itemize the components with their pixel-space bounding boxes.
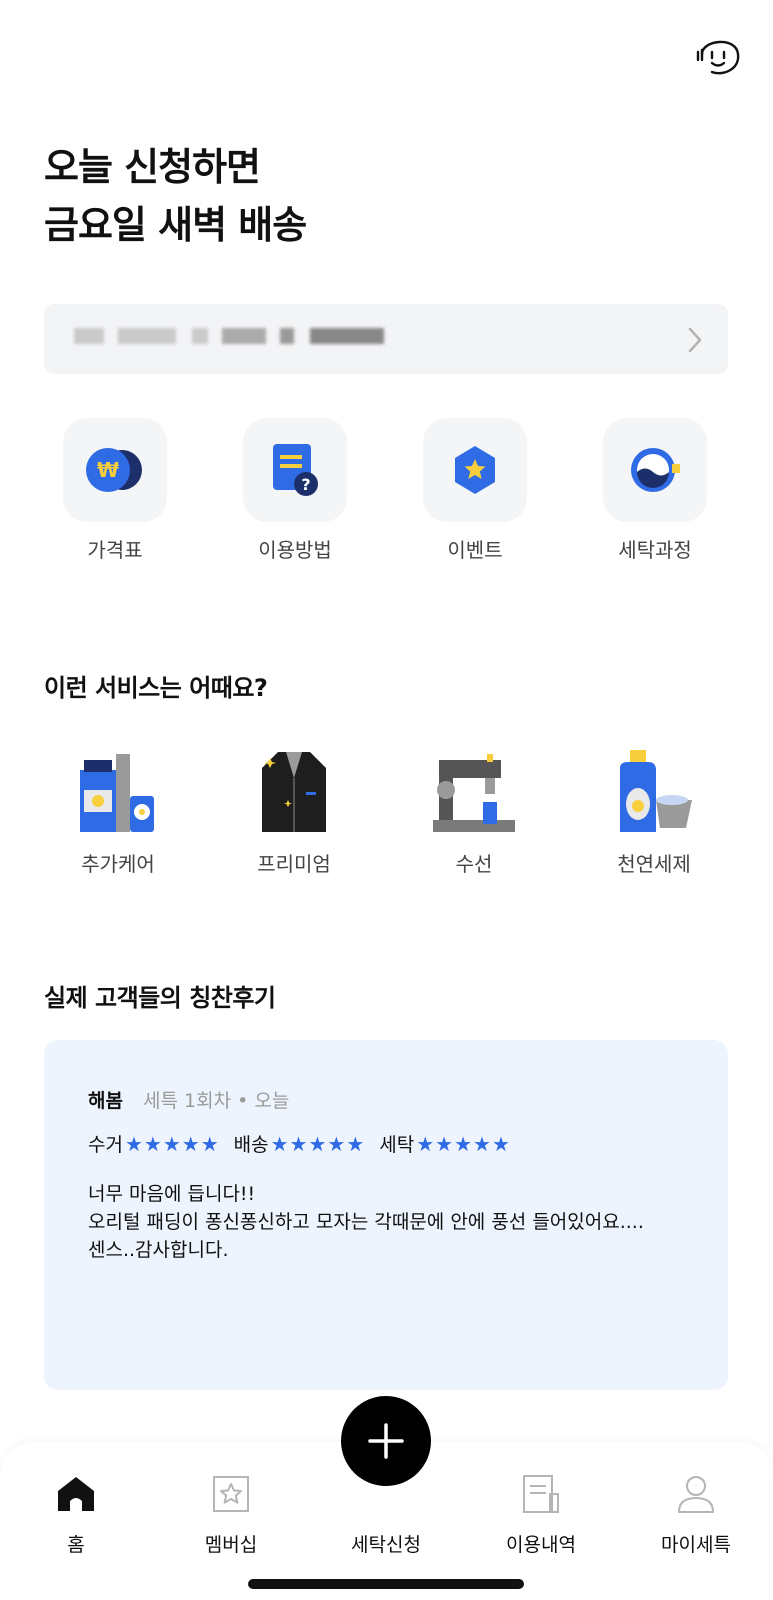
service-label: 프리미엄 <box>257 852 331 876</box>
care-products-icon <box>80 754 154 832</box>
review-ratings: 수거 ★★★★★ 배송 ★★★★★ 세탁 ★★★★★ <box>88 1130 511 1157</box>
redacted-block <box>310 328 384 344</box>
service-label: 수선 <box>455 852 493 876</box>
washing-drum-icon <box>631 448 680 492</box>
redacted-block <box>118 328 176 344</box>
rating-label: 배송 <box>233 1134 269 1156</box>
quick-menu-tile: ? <box>243 418 347 522</box>
redacted-block <box>280 328 294 344</box>
svg-text:₩: ₩ <box>97 458 119 482</box>
page-headline: 오늘 신청하면 금요일 새벽 배송 <box>44 138 307 254</box>
rating-laundry: 세탁 ★★★★★ <box>379 1130 511 1157</box>
tab-icon-wrap <box>636 1468 756 1520</box>
quick-menu-label: 가격표 <box>87 538 143 562</box>
rating-label: 수거 <box>88 1134 123 1156</box>
service-illustration <box>414 738 534 834</box>
quick-menu-tile <box>423 418 527 522</box>
membership-icon <box>213 1476 249 1512</box>
services-section-title: 이런 서비스는 어때요? <box>44 674 268 702</box>
quick-menu-price[interactable]: ₩ 가격표 <box>60 418 170 563</box>
home-icon <box>58 1477 94 1511</box>
review-line: 너무 마음에 듭니다!! <box>88 1183 256 1205</box>
review-meta: 해봄 세특 1회차 • 오늘 <box>88 1086 289 1113</box>
home-indicator <box>248 1579 524 1589</box>
review-subinfo: 세특 1회차 • 오늘 <box>143 1090 290 1112</box>
history-icon <box>523 1475 559 1513</box>
reviewer-name: 해봄 <box>88 1090 123 1112</box>
tab-label: 세탁신청 <box>351 1534 421 1556</box>
quick-menu-label: 세탁과정 <box>618 538 692 562</box>
reviews-section-title: 실제 고객들의 칭찬후기 <box>44 984 276 1012</box>
star-rating-icon: ★★★★★ <box>416 1131 511 1156</box>
headline-line-2: 금요일 새벽 배송 <box>44 203 307 247</box>
profile-icon <box>678 1476 714 1513</box>
add-laundry-button[interactable] <box>341 1396 431 1486</box>
detergent-bottle-icon <box>620 750 692 832</box>
tab-label: 홈 <box>67 1534 85 1556</box>
quick-menu-tile <box>603 418 707 522</box>
service-label: 추가케어 <box>81 852 155 876</box>
star-rating-icon: ★★★★★ <box>270 1131 366 1156</box>
quick-menu-label: 이용방법 <box>258 538 332 562</box>
tab-icon-wrap <box>171 1468 291 1520</box>
redacted-block <box>222 328 266 344</box>
quick-menu-label: 이벤트 <box>447 538 503 562</box>
services-list: 추가케어 프리미엄 수선 천연세제 <box>0 738 773 878</box>
quick-menu: ₩ 가격표 ? 이용방법 이벤트 세탁과정 <box>0 418 773 562</box>
tab-label: 이용내역 <box>506 1534 576 1556</box>
smile-face-icon <box>696 40 740 75</box>
address-bar[interactable] <box>44 304 728 374</box>
plus-icon <box>368 1423 404 1459</box>
quick-menu-event[interactable]: 이벤트 <box>420 418 530 563</box>
chevron-right-icon <box>688 327 702 353</box>
tab-label: 멤버십 <box>204 1534 258 1556</box>
tab-label: 마이세특 <box>661 1534 731 1556</box>
service-illustration <box>58 738 178 834</box>
svg-text:?: ? <box>301 475 310 494</box>
rating-pickup: 수거 ★★★★★ <box>88 1130 220 1157</box>
tab-home[interactable]: 홈 <box>16 1442 136 1557</box>
quick-menu-process[interactable]: 세탁과정 <box>600 418 710 563</box>
support-button[interactable] <box>694 30 744 80</box>
star-rating-icon: ★★★★★ <box>124 1131 220 1156</box>
review-line: 오리털 패딩이 퐁신퐁신하고 모자는 각때문에 안에 풍선 들어있어요.... <box>88 1211 644 1233</box>
premium-jacket-icon <box>262 752 326 832</box>
redacted-block <box>192 328 208 344</box>
headline-line-1: 오늘 신청하면 <box>44 145 261 189</box>
quick-menu-tile: ₩ <box>63 418 167 522</box>
tab-history[interactable]: 이용내역 <box>481 1442 601 1557</box>
star-badge-icon <box>455 446 495 494</box>
service-item-extra-care[interactable]: 추가케어 <box>58 738 178 877</box>
sewing-machine-icon <box>433 754 515 832</box>
guide-doc-icon: ? <box>273 444 318 496</box>
service-item-premium[interactable]: 프리미엄 <box>234 738 354 877</box>
service-illustration <box>234 738 354 834</box>
service-illustration <box>594 738 714 834</box>
tab-icon-wrap <box>16 1468 136 1520</box>
review-card[interactable]: 해봄 세특 1회차 • 오늘 수거 ★★★★★ 배송 ★★★★★ 세탁 ★★★★… <box>44 1040 728 1390</box>
review-body: 너무 마음에 듭니다!! 오리털 패딩이 퐁신퐁신하고 모자는 각때문에 안에 … <box>88 1180 708 1264</box>
quick-menu-guide[interactable]: ? 이용방법 <box>240 418 350 563</box>
tab-membership[interactable]: 멤버십 <box>171 1442 291 1557</box>
review-line: 센스..감사합니다. <box>88 1239 229 1261</box>
service-label: 천연세제 <box>617 852 691 876</box>
tab-my-page[interactable]: 마이세특 <box>636 1442 756 1557</box>
service-item-repair[interactable]: 수선 <box>414 738 534 877</box>
rating-delivery: 배송 ★★★★★ <box>234 1130 366 1157</box>
tab-icon-wrap <box>481 1468 601 1520</box>
service-item-natural-detergent[interactable]: 천연세제 <box>594 738 714 877</box>
rating-label: 세탁 <box>379 1134 415 1156</box>
won-coin-icon: ₩ <box>86 448 142 492</box>
redacted-block <box>74 328 104 344</box>
